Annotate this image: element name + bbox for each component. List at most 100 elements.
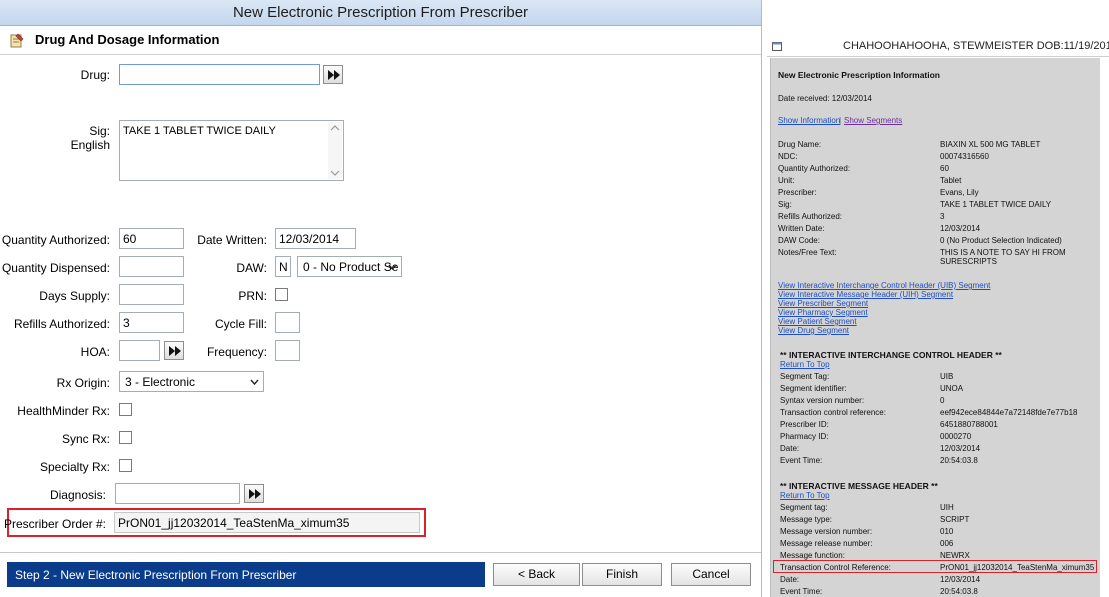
segment-link[interactable]: View Prescriber Segment: [778, 299, 868, 308]
days-supply-label: Days Supply:: [39, 289, 110, 303]
segment-label: Message type:: [780, 515, 833, 524]
segment-label: Date:: [780, 444, 800, 453]
cancel-button[interactable]: Cancel: [671, 563, 751, 586]
healthminder-rx-checkbox[interactable]: [119, 403, 132, 416]
link-separator: |: [839, 116, 842, 125]
info-label: Drug Name:: [778, 140, 822, 149]
days-supply-input[interactable]: [119, 284, 184, 305]
prescriber-order-label: Prescriber Order #:: [3, 517, 106, 531]
quantity-authorized-input[interactable]: 60: [119, 228, 184, 249]
patient-header: CHAHOOHAHOOHA, STEWMEISTER DOB:11/19/201…: [767, 37, 1109, 57]
info-title: New Electronic Prescription Information: [778, 70, 941, 80]
info-label: Prescriber:: [778, 188, 817, 197]
rx-origin-label: Rx Origin:: [56, 376, 110, 390]
prn-label: PRN:: [238, 289, 267, 303]
prescriber-order-field: PrON01_jj12032014_TeaStenMa_ximum35: [114, 512, 420, 533]
daw-select[interactable]: 0 - No Product Se: [297, 256, 402, 277]
segment-label: Syntax version number:: [780, 396, 865, 405]
info-label: NDC:: [778, 152, 798, 161]
drug-input[interactable]: [119, 64, 320, 85]
info-value: Tablet: [940, 176, 962, 185]
section-title: Drug And Dosage Information: [35, 32, 220, 47]
sig-label: Sig:: [89, 124, 110, 138]
segment-link[interactable]: View Drug Segment: [778, 326, 849, 335]
quantity-dispensed-input[interactable]: [119, 256, 184, 277]
uih-heading: ** INTERACTIVE MESSAGE HEADER **: [780, 481, 938, 491]
segment-value: 12/03/2014: [940, 575, 981, 584]
frequency-label: Frequency:: [206, 345, 267, 359]
segment-link[interactable]: View Pharmacy Segment: [778, 308, 868, 317]
fast-forward-icon: [249, 489, 261, 499]
show-segments-link[interactable]: Show Segments: [844, 116, 902, 125]
segment-value: UIB: [940, 372, 954, 381]
back-button[interactable]: < Back: [493, 563, 580, 586]
info-value: 12/03/2014: [940, 224, 981, 233]
segment-label: Prescriber ID:: [780, 420, 829, 429]
rx-origin-value: 3 - Electronic: [125, 375, 196, 389]
segment-value: 20:54:03.8: [940, 587, 978, 596]
segment-label: Event Time:: [780, 587, 823, 596]
footer-divider: [0, 552, 761, 553]
info-label: DAW Code:: [778, 236, 820, 245]
segment-value: UNOA: [940, 384, 964, 393]
fast-forward-icon: [169, 346, 181, 356]
info-value: 60: [940, 164, 949, 173]
prn-checkbox[interactable]: [275, 288, 288, 301]
segment-link[interactable]: View Patient Segment: [778, 317, 857, 326]
segment-value: 006: [940, 539, 954, 548]
show-information-link[interactable]: Show Information: [778, 116, 840, 125]
info-value: TAKE 1 TABLET TWICE DAILY: [940, 200, 1052, 209]
info-value: 0 (No Product Selection Indicated): [940, 236, 1062, 245]
date-received: Date received: 12/03/2014: [778, 94, 872, 103]
hoa-lookup-button[interactable]: [164, 341, 184, 360]
fast-forward-icon: [328, 70, 340, 80]
segment-value: 010: [940, 527, 954, 536]
segment-value: 6451880788001: [940, 420, 998, 429]
window-icon: [772, 42, 782, 51]
cycle-fill-input[interactable]: [275, 312, 300, 333]
sync-rx-checkbox[interactable]: [119, 431, 132, 444]
segment-link[interactable]: View Interactive Interchange Control Hea…: [778, 281, 990, 290]
return-to-top-link[interactable]: Return To Top: [780, 360, 830, 369]
date-written-input[interactable]: 12/03/2014: [275, 228, 356, 249]
diagnosis-input[interactable]: [115, 483, 240, 504]
sig-language-label: English: [70, 138, 110, 152]
rx-origin-select[interactable]: 3 - Electronic: [119, 371, 264, 392]
daw-select-value: 0 - No Product Se: [303, 260, 399, 274]
segment-value: SCRIPT: [940, 515, 970, 524]
daw-code-input[interactable]: N: [275, 256, 291, 277]
segment-value: NEWRX: [940, 551, 970, 560]
info-label: Written Date:: [778, 224, 825, 233]
finish-button[interactable]: Finish: [582, 563, 662, 586]
patient-name: CHAHOOHAHOOHA, STEWMEISTER DOB:11/19/201…: [843, 40, 1109, 52]
refills-authorized-input[interactable]: 3: [119, 312, 184, 333]
quantity-dispensed-label: Quantity Dispensed:: [1, 261, 110, 275]
segment-label: Event Time:: [780, 456, 823, 465]
segment-value: 20:54:03.8: [940, 456, 978, 465]
hoa-input[interactable]: [119, 340, 160, 361]
segment-value: UIH: [940, 503, 954, 512]
highlight-box: [773, 560, 1097, 573]
scrollbar[interactable]: [328, 122, 342, 179]
return-to-top-link[interactable]: Return To Top: [780, 491, 830, 500]
diagnosis-lookup-button[interactable]: [244, 484, 264, 503]
drug-lookup-button[interactable]: [323, 65, 343, 84]
segment-link[interactable]: View Interactive Message Header (UIH) Se…: [778, 290, 953, 299]
segment-label: Pharmacy ID:: [780, 432, 829, 441]
segment-label: Message function:: [780, 551, 845, 560]
hoa-label: HOA:: [80, 345, 110, 359]
date-written-label: Date Written:: [197, 233, 267, 247]
prescription-dialog: New Electronic Prescription From Prescri…: [0, 0, 762, 597]
chevron-down-icon: [250, 379, 259, 385]
diagnosis-label: Diagnosis:: [49, 488, 106, 502]
segment-label: Segment identifier:: [780, 384, 847, 393]
specialty-rx-checkbox[interactable]: [119, 459, 132, 472]
info-value: 3: [940, 212, 945, 221]
healthminder-rx-label: HealthMinder Rx:: [17, 404, 110, 418]
info-value: THIS IS A NOTE TO SAY HI FROM: [940, 248, 1066, 257]
segment-label: Segment tag:: [780, 503, 828, 512]
frequency-input[interactable]: [275, 340, 300, 361]
sig-textarea[interactable]: TAKE 1 TABLET TWICE DAILY: [119, 120, 344, 181]
info-label: Quantity Authorized:: [778, 164, 851, 173]
info-label: Unit:: [778, 176, 795, 185]
